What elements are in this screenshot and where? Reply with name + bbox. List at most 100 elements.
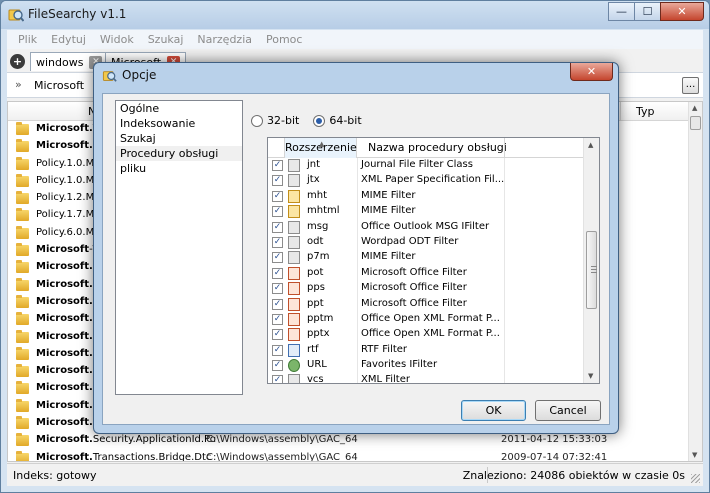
category-procedury[interactable]: Procedury obsługi pliku <box>116 146 242 175</box>
list-item[interactable]: ✓ rtf RTF Filter <box>268 343 583 358</box>
file-name: Microsoft.G <box>36 279 101 290</box>
enabled-checkbox[interactable]: ✓ <box>272 236 283 248</box>
file-name-match: Microsoft. <box>36 365 93 377</box>
menu-narzedzia[interactable]: Narzędzia <box>190 33 259 46</box>
enabled-checkbox[interactable]: ✓ <box>272 298 283 310</box>
list-item[interactable]: ✓ mht MIME Filter <box>268 189 583 204</box>
menu-pomoc[interactable]: Pomoc <box>259 33 309 46</box>
scroll-down-icon[interactable]: ▼ <box>692 451 697 459</box>
file-name-match: Microsoft. <box>36 399 93 411</box>
enabled-checkbox[interactable]: ✓ <box>272 313 283 325</box>
file-type-icon <box>288 328 300 342</box>
file-name-match: Microsoft. <box>36 123 93 134</box>
menu-plik[interactable]: Plik <box>11 33 44 46</box>
cancel-button[interactable]: Cancel <box>535 400 601 421</box>
file-date: 2011-04-12 15:33:03 <box>501 434 608 446</box>
file-type-icon <box>288 251 300 265</box>
enabled-checkbox[interactable]: ✓ <box>272 252 283 264</box>
enabled-checkbox[interactable]: ✓ <box>272 344 283 356</box>
resize-grip-icon[interactable] <box>691 474 700 483</box>
radio-64bit-label[interactable]: 64-bit <box>329 114 361 127</box>
file-name-match: Microsoft. <box>36 451 93 462</box>
enabled-checkbox[interactable]: ✓ <box>272 175 283 187</box>
folder-icon <box>16 173 29 187</box>
search-input[interactable]: Microsoft <box>34 79 84 92</box>
enabled-checkbox[interactable]: ✓ <box>272 160 283 171</box>
list-item[interactable]: ✓ odt Wordpad ODT Filter <box>268 235 583 250</box>
list-item[interactable]: ✓ pps Microsoft Office Filter <box>268 281 583 296</box>
enabled-checkbox[interactable]: ✓ <box>272 267 283 279</box>
enabled-checkbox[interactable]: ✓ <box>272 206 283 218</box>
list-item[interactable]: ✓ jnt Journal File Filter Class <box>268 158 583 173</box>
scroll-thumb[interactable] <box>586 231 597 309</box>
title-bar[interactable]: FileSearchy v1.1 — ☐ ✕ <box>1 1 709 29</box>
enabled-checkbox[interactable]: ✓ <box>272 283 283 295</box>
handler-cell: Favorites IFilter <box>361 359 438 371</box>
scroll-up-icon[interactable]: ▲ <box>588 141 593 149</box>
folder-icon <box>16 208 29 222</box>
column-extension-header[interactable]: ▲ Rozszerzenie <box>284 138 357 158</box>
file-name: Microsoft.Tr <box>36 123 102 134</box>
add-tab-icon[interactable]: + <box>10 54 25 69</box>
category-ogolne[interactable]: Ogólne <box>116 101 242 116</box>
enabled-checkbox[interactable]: ✓ <box>272 360 283 372</box>
radio-64bit[interactable] <box>313 114 326 127</box>
folder-icon <box>16 277 29 291</box>
table-row[interactable]: Microsoft.Security.ApplicationId.Po C:\Wi… <box>8 432 688 449</box>
file-name-rest: Transactions.Bridge.Dtc <box>92 451 212 462</box>
list-item[interactable]: ✓ jtx XML Paper Specification Fil... <box>268 173 583 188</box>
results-scrollbar[interactable]: ▲ ▼ <box>688 102 702 461</box>
scroll-up-icon[interactable]: ▲ <box>692 104 697 112</box>
list-item[interactable]: ✓ vcs XML Filter <box>268 373 583 383</box>
file-type-icon <box>288 205 300 219</box>
list-item[interactable]: ✓ pptx Office Open XML Format P... <box>268 327 583 342</box>
enabled-checkbox[interactable]: ✓ <box>272 221 283 233</box>
menu-widok[interactable]: Widok <box>93 33 141 46</box>
file-name-match: Microsoft. <box>36 347 93 359</box>
file-name-rest: Policy.1.2.Mi <box>36 192 98 204</box>
dialog-close-button[interactable]: ✕ <box>570 63 613 81</box>
file-name: Policy.1.0.Mi <box>36 158 97 169</box>
handler-scrollbar[interactable]: ▲ ▼ <box>583 138 599 383</box>
list-item[interactable]: ✓ msg Office Outlook MSG IFilter <box>268 220 583 235</box>
folder-icon <box>16 346 29 360</box>
list-item[interactable]: ✓ URL Favorites IFilter <box>268 358 583 373</box>
list-item[interactable]: ✓ mhtml MIME Filter <box>268 204 583 219</box>
header-divider[interactable] <box>620 102 621 121</box>
extension-cell: jnt <box>307 159 321 170</box>
scroll-down-icon[interactable]: ▼ <box>588 372 593 380</box>
menu-szukaj[interactable]: Szukaj <box>141 33 191 46</box>
radio-32bit[interactable] <box>251 114 263 127</box>
extension-cell: pptm <box>307 312 334 324</box>
file-path: C:\Windows\assembly\GAC_64 <box>206 451 358 462</box>
category-indeksowanie[interactable]: Indeksowanie <box>116 116 242 131</box>
chevron-icon[interactable]: » <box>15 78 22 91</box>
file-name: Policy.1.0.Mi <box>36 175 97 186</box>
enabled-checkbox[interactable]: ✓ <box>272 329 283 341</box>
category-szukaj[interactable]: Szukaj <box>116 131 242 146</box>
minimize-button[interactable]: — <box>608 2 635 21</box>
header-divider[interactable] <box>504 138 505 158</box>
results-count: Znaleziono: 24086 obiektów w czasie 0s <box>462 469 685 482</box>
handler-cell: Office Outlook MSG IFilter <box>361 220 490 232</box>
enabled-checkbox[interactable]: ✓ <box>272 190 283 202</box>
enabled-checkbox[interactable]: ✓ <box>272 375 283 383</box>
scroll-thumb[interactable] <box>690 116 701 130</box>
list-item[interactable]: ✓ pptm Office Open XML Format P... <box>268 312 583 327</box>
maximize-button[interactable]: ☐ <box>634 2 661 21</box>
browse-button[interactable]: ... <box>682 77 699 94</box>
radio-32bit-label[interactable]: 32-bit <box>267 114 299 127</box>
list-item[interactable]: ✓ ppt Microsoft Office Filter <box>268 297 583 312</box>
column-type-header[interactable]: Typ <box>636 105 655 118</box>
close-button[interactable]: ✕ <box>660 2 704 21</box>
table-row[interactable]: Microsoft.Transactions.Bridge.Dtc C:\Wind… <box>8 450 688 462</box>
options-dialog: Opcje ✕ Ogólne Indeksowanie Szukaj Proce… <box>93 62 619 434</box>
file-name: Policy.6.0.Mi <box>36 227 97 238</box>
ok-button[interactable]: OK <box>461 400 526 421</box>
file-name: Policy.1.7.Mi <box>36 209 97 220</box>
file-name-rest: Policy.1.7.Mi <box>36 209 98 221</box>
list-item[interactable]: ✓ p7m MIME Filter <box>268 250 583 265</box>
list-item[interactable]: ✓ pot Microsoft Office Filter <box>268 266 583 281</box>
menu-edytuj[interactable]: Edytuj <box>44 33 93 46</box>
column-handler-header[interactable]: Nazwa procedury obsługi <box>368 138 507 158</box>
